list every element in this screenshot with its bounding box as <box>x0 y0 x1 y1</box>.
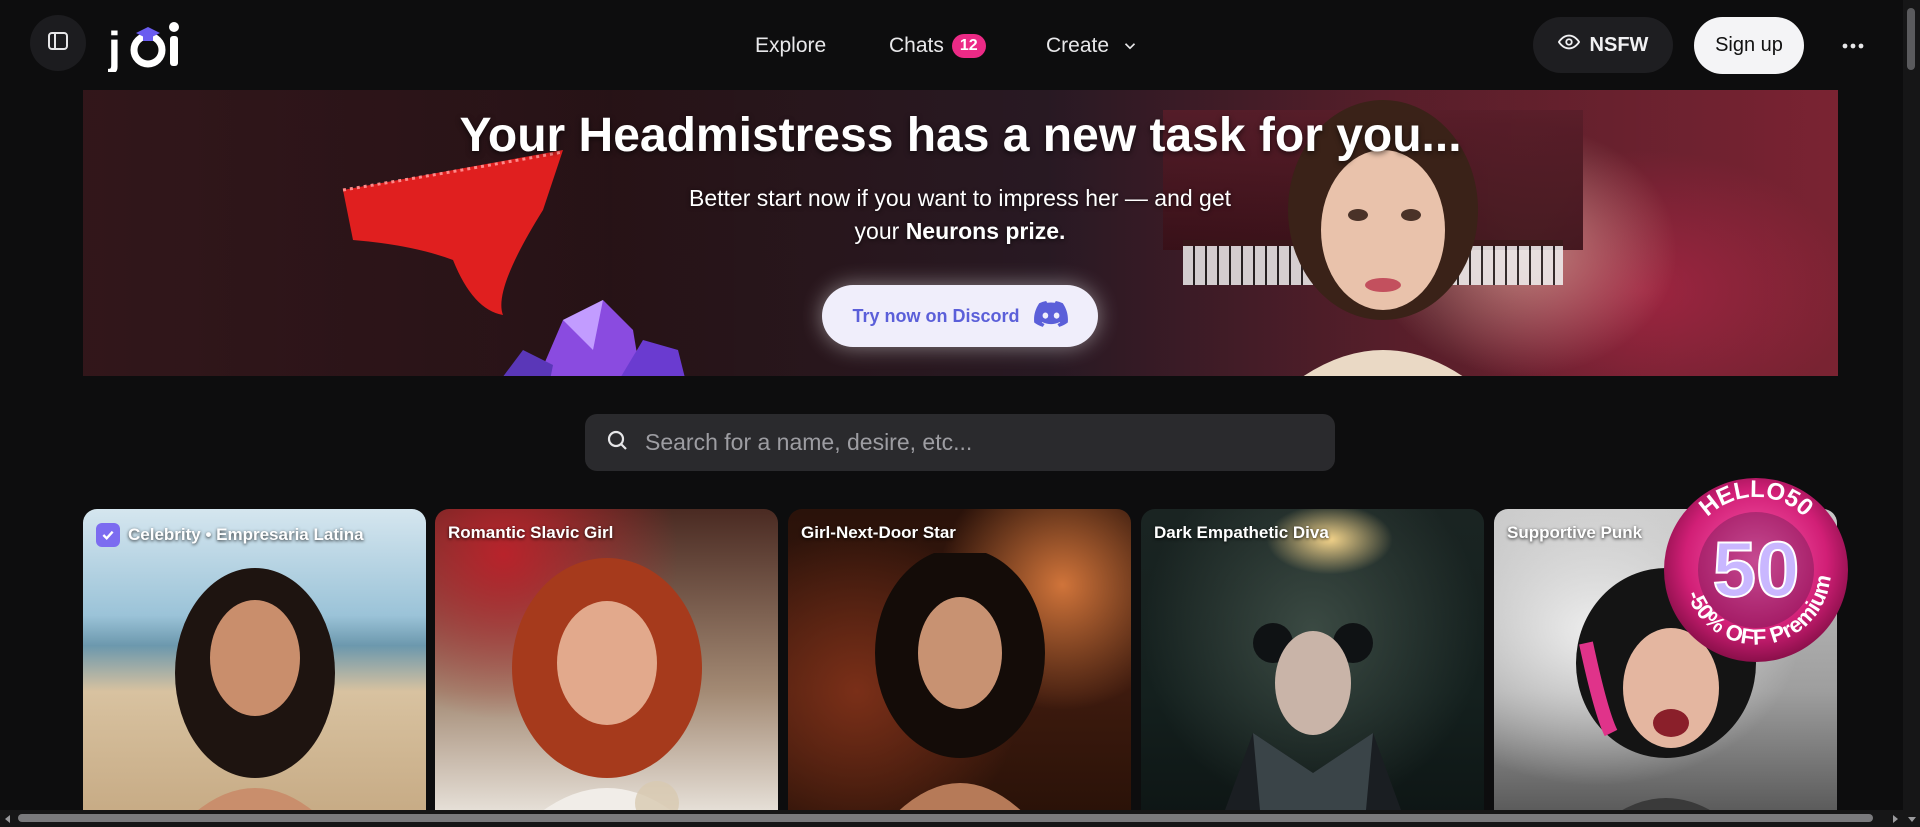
horizontal-scrollbar-thumb[interactable] <box>18 814 1873 822</box>
character-image <box>874 553 1045 813</box>
card-label: Celebrity • Empresaria Latina <box>96 523 364 547</box>
character-card[interactable]: Celebrity • Empresaria Latina <box>83 509 426 813</box>
scroll-down-arrow-icon[interactable] <box>1908 815 1916 823</box>
banner-subtitle-bold: Neurons prize. <box>905 218 1066 244</box>
search-bar <box>585 414 1335 471</box>
scroll-right-arrow-icon[interactable] <box>1891 815 1899 823</box>
card-label: Supportive Punk <box>1507 523 1642 543</box>
card-label-text: Girl-Next-Door Star <box>801 523 956 542</box>
banner-title: Your Headmistress has a new task for you… <box>459 109 1462 162</box>
signup-button[interactable]: Sign up <box>1694 17 1804 74</box>
banner-subtitle-line2: your Neurons prize. <box>660 215 1260 248</box>
try-on-discord-button[interactable]: Try now on Discord <box>822 285 1098 347</box>
nav-explore[interactable]: Explore <box>755 28 826 64</box>
joi-logo[interactable]: j <box>107 20 192 74</box>
nsfw-toggle-button[interactable]: NSFW <box>1533 17 1673 73</box>
character-image <box>1223 623 1402 813</box>
card-label-text: Dark Empathetic Diva <box>1154 523 1329 542</box>
svg-text:j: j <box>108 22 121 72</box>
nav-chats[interactable]: Chats 12 <box>889 28 986 64</box>
character-card[interactable]: Girl-Next-Door Star <box>788 509 1131 813</box>
character-image <box>174 568 335 813</box>
verified-check-icon <box>96 523 120 547</box>
character-card[interactable]: Dark Empathetic Diva <box>1141 509 1484 813</box>
nav-chats-label: Chats <box>889 34 944 57</box>
chats-count-badge: 12 <box>951 34 986 58</box>
vertical-scrollbar[interactable] <box>1903 0 1920 827</box>
more-options-button[interactable] <box>1830 27 1876 63</box>
card-label-text: Romantic Slavic Girl <box>448 523 614 542</box>
sidebar-panel-icon <box>46 29 70 58</box>
vertical-scrollbar-thumb[interactable] <box>1907 8 1915 70</box>
search-input[interactable] <box>645 429 1285 456</box>
banner-subtitle-line1: Better start now if you want to impress … <box>688 185 1232 211</box>
card-label-text: Celebrity • Empresaria Latina <box>128 525 364 544</box>
more-horizontal-icon <box>1842 36 1864 54</box>
card-label: Dark Empathetic Diva <box>1154 523 1329 543</box>
promo-discount-badge[interactable]: HELLO50 50 -50% OFF Premium <box>1660 470 1852 665</box>
eye-icon <box>1557 31 1580 59</box>
promo-number: 50 <box>1713 525 1800 613</box>
sidebar-toggle-button[interactable] <box>30 15 86 71</box>
nsfw-label: NSFW <box>1589 33 1649 56</box>
nav-create-dropdown[interactable]: Create <box>1046 28 1139 64</box>
banner-subtitle: Better start now if you want to impress … <box>660 182 1260 248</box>
discord-icon <box>1033 300 1068 332</box>
nav-explore-label: Explore <box>755 34 827 57</box>
chevron-down-icon <box>1121 37 1139 55</box>
banner-subtitle-prefix: your <box>854 218 900 244</box>
search-icon <box>605 428 629 457</box>
scroll-left-arrow-icon[interactable] <box>4 815 12 823</box>
card-label: Romantic Slavic Girl <box>448 523 613 543</box>
discord-button-label: Try now on Discord <box>852 305 1020 326</box>
top-header: j Explore Chats 12 Create NSFW Sign up <box>0 0 1920 90</box>
character-card[interactable]: Romantic Slavic Girl <box>435 509 778 813</box>
nav-create-label: Create <box>1046 34 1110 57</box>
purple-crystals-image <box>503 300 685 376</box>
card-label: Girl-Next-Door Star <box>801 523 956 543</box>
character-image <box>511 558 702 813</box>
promo-banner[interactable]: Your Headmistress has a new task for you… <box>83 90 1838 376</box>
card-label-text: Supportive Punk <box>1507 523 1643 542</box>
